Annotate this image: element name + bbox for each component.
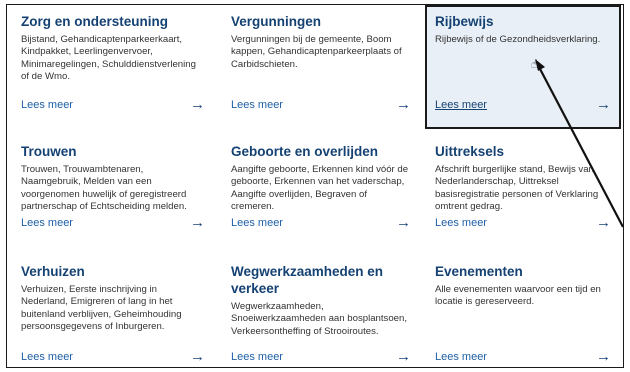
card-title: Evenementen bbox=[435, 264, 523, 279]
card-geboorte-en-overlijden[interactable]: Geboorte en overlijden Aangifte geboorte… bbox=[223, 137, 419, 241]
card-description: Bijstand, Gehandicaptenparkeerkaart, Kin… bbox=[21, 34, 196, 83]
card-vergunningen[interactable]: Vergunningen Vergunningen bij de gemeent… bbox=[223, 7, 419, 127]
card-description: Afschrift burgerlijke stand, Bewijs van … bbox=[435, 164, 599, 213]
card-zorg-en-ondersteuning[interactable]: Zorg en ondersteuning Bijstand, Gehandic… bbox=[13, 7, 213, 127]
lees-meer-link[interactable]: Lees meer bbox=[435, 217, 487, 229]
card-description: Wegwerkzaamheden, Snoeiwerkzaamheden aan… bbox=[231, 301, 408, 337]
card-title: Zorg en ondersteuning bbox=[21, 14, 168, 29]
arrow-right-icon[interactable]: → bbox=[396, 97, 411, 112]
card-title: Geboorte en overlijden bbox=[231, 144, 379, 159]
hand-pointer-icon: ☝ bbox=[531, 57, 539, 71]
card-trouwen[interactable]: Trouwen Trouwen, Trouwambtenaren, Naamge… bbox=[13, 137, 213, 241]
card-evenementen[interactable]: Evenementen Alle evenementen waarvoor ee… bbox=[427, 257, 619, 367]
card-description: Alle evenementen waarvoor een tijd en lo… bbox=[435, 284, 601, 308]
card-title: Rijbewijs bbox=[435, 14, 494, 29]
card-description: Verhuizen, Eerste inschrijving in Nederl… bbox=[21, 284, 182, 333]
arrow-right-icon[interactable]: → bbox=[190, 349, 205, 364]
lees-meer-link[interactable]: Lees meer bbox=[21, 99, 73, 111]
card-title: Vergunningen bbox=[231, 14, 322, 29]
lees-meer-link[interactable]: Lees meer bbox=[435, 351, 487, 363]
card-uittreksels[interactable]: Uittreksels Afschrift burgerlijke stand,… bbox=[427, 137, 619, 241]
lees-meer-link[interactable]: Lees meer bbox=[231, 99, 283, 111]
card-wegwerkzaamheden-en-verkeer[interactable]: Wegwerkzaamheden en verkeer Wegwerkzaamh… bbox=[223, 257, 419, 367]
lees-meer-link[interactable]: Lees meer bbox=[435, 99, 487, 111]
arrow-right-icon[interactable]: → bbox=[190, 97, 205, 112]
card-title: Wegwerkzaamheden en verkeer bbox=[231, 264, 384, 296]
card-rijbewijs[interactable]: Rijbewijs Rijbewijs of de Gezondheidsver… bbox=[425, 5, 621, 129]
arrow-right-icon[interactable]: → bbox=[596, 215, 611, 230]
lees-meer-link[interactable]: Lees meer bbox=[231, 217, 283, 229]
card-title: Trouwen bbox=[21, 144, 77, 159]
lees-meer-link[interactable]: Lees meer bbox=[231, 351, 283, 363]
arrow-right-icon[interactable]: → bbox=[396, 215, 411, 230]
card-description: Rijbewijs of de Gezondheidsverklaring. bbox=[435, 34, 601, 45]
card-description: Trouwen, Trouwambtenaren, Naamgebruik, M… bbox=[21, 164, 187, 213]
card-title: Verhuizen bbox=[21, 264, 85, 279]
card-description: Vergunningen bij de gemeente, Boom kappe… bbox=[231, 34, 402, 70]
arrow-right-icon[interactable]: → bbox=[596, 97, 611, 112]
card-title: Uittreksels bbox=[435, 144, 505, 159]
page-frame: Zorg en ondersteuning Bijstand, Gehandic… bbox=[6, 4, 624, 368]
card-description: Aangifte geboorte, Erkennen kind vóór de… bbox=[231, 164, 409, 213]
card-verhuizen[interactable]: Verhuizen Verhuizen, Eerste inschrijving… bbox=[13, 257, 213, 367]
arrow-right-icon[interactable]: → bbox=[396, 349, 411, 364]
lees-meer-link[interactable]: Lees meer bbox=[21, 217, 73, 229]
lees-meer-link[interactable]: Lees meer bbox=[21, 351, 73, 363]
arrow-right-icon[interactable]: → bbox=[190, 215, 205, 230]
arrow-right-icon[interactable]: → bbox=[596, 349, 611, 364]
